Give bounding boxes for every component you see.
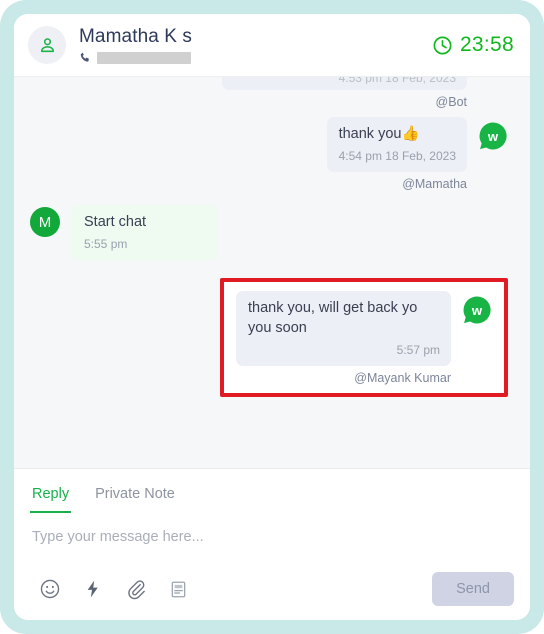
wati-icon: w: [478, 121, 508, 151]
contact-avatar: [28, 26, 66, 64]
message-stack: 4:53 pm 18 Feb, 2023 @Bot: [222, 76, 467, 109]
composer-tool-icons: [30, 578, 188, 600]
chat-window: Mamatha K s 23:58 4:53 pm 18 Feb, 2023 @…: [14, 14, 530, 620]
redacted-phone-number: [97, 51, 191, 64]
message-timestamp: 4:53 pm 18 Feb, 2023: [338, 76, 456, 84]
sender-avatar: M: [30, 207, 60, 237]
message-stack: Start chat 5:55 pm: [72, 205, 218, 260]
person-icon: [40, 37, 54, 52]
session-timer-value: 23:58: [459, 33, 514, 56]
message-attribution: @Mayank Kumar: [354, 371, 451, 385]
message-bubble: 4:53 pm 18 Feb, 2023: [222, 76, 467, 90]
contact-phone-row: [79, 51, 432, 64]
composer-toolbar: Send: [30, 566, 514, 620]
lightning-icon[interactable]: [83, 579, 103, 599]
message-attribution: @Bot: [435, 95, 467, 109]
attachment-icon[interactable]: [125, 578, 147, 600]
message-row-highlighted: thank you, will get back yo you soon 5:5…: [30, 264, 508, 397]
message-timestamp: 5:55 pm: [84, 237, 128, 251]
message-text: thank you👍: [338, 126, 420, 142]
annotation-highlight-box: thank you, will get back yo you soon 5:5…: [220, 278, 508, 397]
message-attribution: @Mamatha: [402, 177, 467, 191]
message-composer: Reply Private Note Type your message her…: [14, 468, 530, 620]
session-timer: 23:58: [432, 33, 514, 57]
message-bubble: thank you, will get back yo you soon 5:5…: [236, 291, 451, 366]
message-row: M Start chat 5:55 pm: [30, 205, 508, 260]
contact-info: Mamatha K s: [79, 26, 432, 64]
message-timestamp: 5:57 pm: [396, 343, 440, 357]
tab-reply[interactable]: Reply: [30, 482, 72, 513]
message-bubble: thank you👍 4:54 pm 18 Feb, 2023: [326, 117, 467, 172]
message-row-clipped: 4:53 pm 18 Feb, 2023 @Bot: [30, 76, 508, 109]
emoji-icon[interactable]: [39, 578, 61, 600]
message-list[interactable]: 4:53 pm 18 Feb, 2023 @Bot thank you👍 4:5…: [14, 76, 530, 468]
app-frame: Mamatha K s 23:58 4:53 pm 18 Feb, 2023 @…: [0, 0, 544, 634]
wati-icon: w: [462, 295, 492, 325]
message-bubble: Start chat 5:55 pm: [72, 205, 218, 260]
phone-icon: [80, 52, 89, 62]
message-input[interactable]: [30, 513, 514, 566]
message-timestamp: 4:54 pm 18 Feb, 2023: [338, 149, 456, 163]
message-stack: thank you, will get back yo you soon 5:5…: [236, 291, 492, 385]
message-row: thank you👍 4:54 pm 18 Feb, 2023 @Mamatha…: [30, 117, 508, 191]
message-text: thank you, will get back yo you soon: [248, 300, 418, 336]
message-scrollbar[interactable]: [517, 85, 524, 460]
composer-tabs: Reply Private Note: [30, 469, 514, 513]
conversation-header: Mamatha K s 23:58: [14, 14, 530, 76]
message-stack: thank you👍 4:54 pm 18 Feb, 2023 @Mamatha: [326, 117, 467, 191]
tab-private-note[interactable]: Private Note: [93, 482, 177, 513]
send-button[interactable]: Send: [432, 572, 514, 606]
clock-icon: [433, 36, 452, 54]
template-icon[interactable]: [169, 580, 188, 599]
svg-text:w: w: [471, 303, 483, 318]
svg-text:w: w: [487, 129, 499, 144]
contact-name: Mamatha K s: [79, 26, 193, 47]
message-text: Start chat: [84, 214, 147, 230]
